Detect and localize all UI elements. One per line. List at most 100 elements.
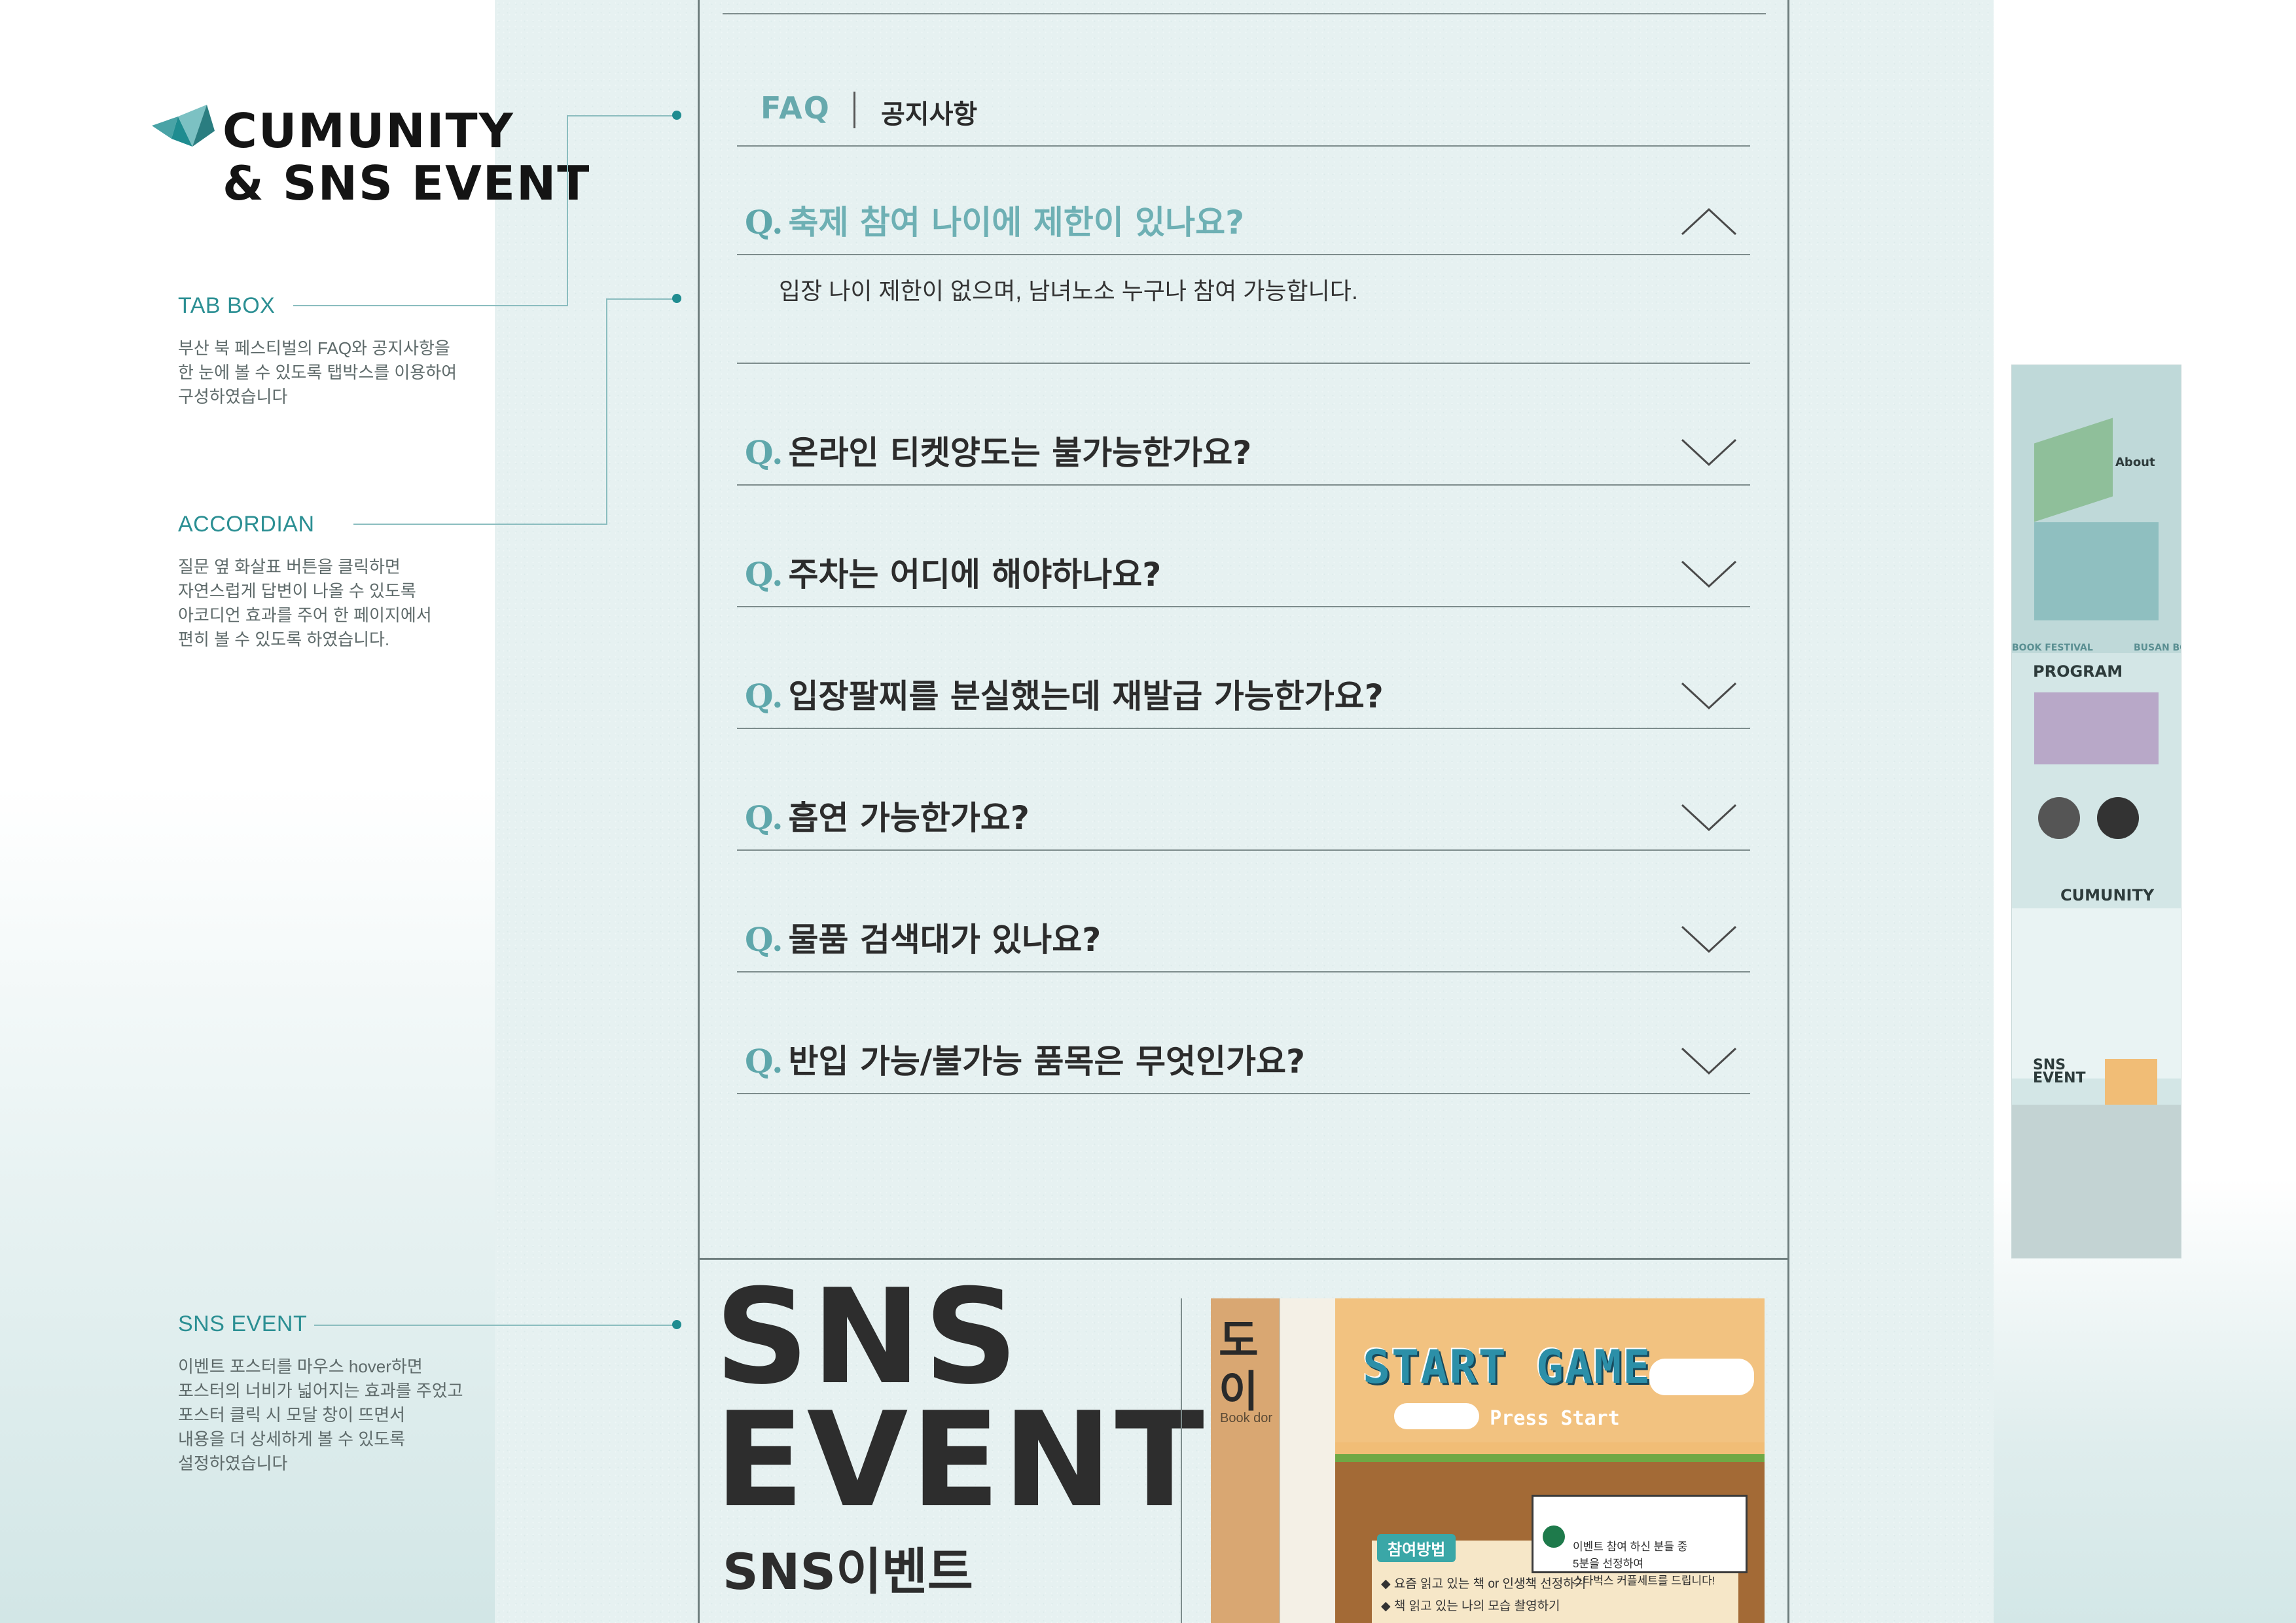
chevron-down-icon[interactable] xyxy=(1679,559,1738,592)
accordian-connector xyxy=(606,298,607,525)
section-title-line2: & SNS EVENT xyxy=(223,156,591,211)
sns-marker-dot xyxy=(672,1320,681,1329)
poster-back-title: 도 이 xyxy=(1219,1315,1259,1417)
faq-rule xyxy=(737,484,1750,486)
sns-note-line: 설정하였습니다 xyxy=(178,1454,288,1473)
tabbox-connector xyxy=(293,305,568,306)
accordian-note-line: 편히 볼 수 있도록 하였습니다. xyxy=(178,630,390,649)
page-thumbnail: About BOOK FESTIVAL BUSAN BO PROGRAM CUM… xyxy=(2012,365,2181,1258)
tabbox-note-title: TAB BOX xyxy=(178,293,276,318)
tab-separator xyxy=(853,92,855,128)
thumb-busan: BUSAN BO xyxy=(2134,643,2181,653)
faq-question[interactable]: Q. 물품 검색대가 있나요? xyxy=(745,914,1101,961)
faq-question[interactable]: Q. 축제 참여 나이에 제한이 있나요? xyxy=(745,196,1244,243)
chevron-down-icon[interactable] xyxy=(1679,1046,1738,1079)
thumb-festival: BOOK FESTIVAL xyxy=(2012,643,2093,653)
faq-question-text: 물품 검색대가 있나요? xyxy=(788,921,1102,959)
brand-logo-icon xyxy=(152,105,215,151)
tabbox-connector xyxy=(567,115,677,116)
accordian-note-title: ACCORDIAN xyxy=(178,512,315,537)
poster-steps: ◆ 요즘 읽고 있는 책 or 인생책 선정하기 ◆ 책 읽고 있는 나의 모습… xyxy=(1381,1577,1587,1613)
tabbox-note-body: 부산 북 페스티벌의 FAQ와 공지사항을 한 눈에 볼 수 있도록 탭박스를 … xyxy=(178,336,518,409)
sns-note-title: SNS EVENT xyxy=(178,1311,308,1336)
event-poster-start-game[interactable]: START GAME ▶ Press Start 이벤트 참여 하신 분들 중 … xyxy=(1335,1298,1765,1623)
thumb-avatar xyxy=(2038,797,2080,839)
accordian-note-line: 질문 옆 화살표 버튼을 클릭하면 xyxy=(178,557,401,577)
tabbox-note-line: 부산 북 페스티벌의 FAQ와 공지사항을 xyxy=(178,338,450,358)
tabbox-marker-dot xyxy=(672,111,681,120)
sns-event-heading: SNS EVENT xyxy=(715,1261,1207,1537)
faq-q-prefix: Q. xyxy=(745,433,783,472)
faq-rule xyxy=(737,971,1750,972)
panel-top-rule xyxy=(723,13,1766,14)
tab-faq[interactable]: FAQ xyxy=(761,90,831,126)
section-title-line1: CUMUNITY xyxy=(223,103,514,158)
starbucks-logo-icon xyxy=(1543,1525,1565,1548)
chevron-up-icon[interactable] xyxy=(1679,204,1738,237)
sns-note-line: 포스터 클릭 시 모달 창이 뜨면서 xyxy=(178,1405,406,1425)
faq-question-text: 온라인 티켓양도는 불가능한가요? xyxy=(788,434,1252,472)
poster-note-strip xyxy=(1279,1298,1339,1623)
tabbox-connector xyxy=(567,115,568,306)
chevron-down-icon[interactable] xyxy=(1679,924,1738,957)
faq-question-text: 반입 가능/불가능 품목은 무엇인가요? xyxy=(788,1043,1305,1080)
faq-question-text: 주차는 어디에 해야하나요? xyxy=(788,556,1162,594)
faq-rule xyxy=(737,254,1750,255)
faq-rule xyxy=(737,849,1750,851)
faq-question[interactable]: Q. 주차는 어디에 해야하나요? xyxy=(745,548,1161,596)
accordian-note-line: 자연스럽게 답변이 나올 수 있도록 xyxy=(178,581,416,601)
faq-rule xyxy=(737,1093,1750,1094)
sns-note-line: 포스터의 너비가 넓어지는 효과를 주었고 xyxy=(178,1381,463,1400)
faq-q-prefix: Q. xyxy=(745,203,783,241)
sns-note-line: 이벤트 포스터를 마우스 hover하면 xyxy=(178,1357,423,1376)
cloud-icon xyxy=(1649,1359,1754,1395)
thumb-map-image xyxy=(2034,522,2159,620)
sns-note-body: 이벤트 포스터를 마우스 hover하면 포스터의 너비가 넓어지는 효과를 주… xyxy=(178,1355,518,1476)
thumb-map xyxy=(2012,1105,2181,1258)
thumb-program-image xyxy=(2034,692,2159,764)
faq-q-prefix: Q. xyxy=(745,798,783,837)
thumb-avatar xyxy=(2097,797,2139,839)
tabbox-note-line: 구성하였습니다 xyxy=(178,387,288,406)
faq-answer: 입장 나이 제한이 없으며, 남녀노소 누구나 참여 가능합니다. xyxy=(779,277,1358,304)
tab-rule xyxy=(737,145,1750,147)
accordian-note-line: 아코디언 효과를 주어 한 페이지에서 xyxy=(178,605,432,625)
thumb-poster xyxy=(2105,1059,2157,1110)
sns-heading-line2: EVENT xyxy=(715,1384,1207,1537)
thumb-faq xyxy=(2012,908,2181,1079)
faq-q-prefix: Q. xyxy=(745,920,783,959)
sns-event-subtitle: SNS이벤트 xyxy=(723,1543,973,1601)
tabbox-note-line: 한 눈에 볼 수 있도록 탭박스를 이용하여 xyxy=(178,363,457,382)
faq-question[interactable]: Q. 반입 가능/불가능 품목은 무엇인가요? xyxy=(745,1035,1305,1082)
thumb-about: About xyxy=(2115,455,2155,469)
faq-question[interactable]: Q. 온라인 티켓양도는 불가능한가요? xyxy=(745,427,1251,474)
poster-title: START GAME xyxy=(1363,1340,1652,1394)
faq-q-prefix: Q. xyxy=(745,1042,783,1080)
faq-question[interactable]: Q. 흡연 가능한가요? xyxy=(745,792,1030,839)
faq-question-text: 축제 참여 나이에 제한이 있나요? xyxy=(788,204,1245,241)
poster-prize-text: 이벤트 참여 하신 분들 중 5분을 선정하여 스타벅스 커플세트를 드립니다! xyxy=(1573,1541,1715,1587)
faq-question[interactable]: Q. 입장팔찌를 분실했는데 재발급 가능한가요? xyxy=(745,670,1384,717)
chevron-down-icon[interactable] xyxy=(1679,802,1738,835)
faq-question-text: 흡연 가능한가요? xyxy=(788,799,1030,837)
faq-question-text: 입장팔찌를 분실했는데 재발급 가능한가요? xyxy=(788,677,1384,715)
thumb-sns: SNS EVENT xyxy=(2033,1057,2086,1086)
sns-heading-line1: SNS xyxy=(715,1261,1021,1414)
section-title: CUMUNITY & SNS EVENT xyxy=(223,105,590,209)
chevron-down-icon[interactable] xyxy=(1679,437,1738,470)
faq-q-prefix: Q. xyxy=(745,677,783,715)
accordian-marker-dot xyxy=(672,294,681,303)
tab-notice[interactable]: 공지사항 xyxy=(881,93,977,131)
panel-divider xyxy=(698,1258,1789,1260)
sns-note-line: 내용을 더 상세하게 볼 수 있도록 xyxy=(178,1429,406,1449)
thumb-cumunity: CUMUNITY xyxy=(2060,886,2155,904)
faq-q-prefix: Q. xyxy=(745,555,783,594)
poster-press-start: ▶ Press Start xyxy=(1466,1407,1620,1430)
chevron-down-icon[interactable] xyxy=(1679,681,1738,713)
poster-prize-card: 이벤트 참여 하신 분들 중 5분을 선정하여 스타벅스 커플세트를 드립니다! xyxy=(1532,1495,1748,1587)
faq-rule xyxy=(737,728,1750,729)
sns-connector xyxy=(314,1325,677,1326)
left-background xyxy=(0,785,497,1623)
faq-rule xyxy=(737,363,1750,364)
accordian-note-body: 질문 옆 화살표 버튼을 클릭하면 자연스럽게 답변이 나올 수 있도록 아코디… xyxy=(178,555,518,652)
